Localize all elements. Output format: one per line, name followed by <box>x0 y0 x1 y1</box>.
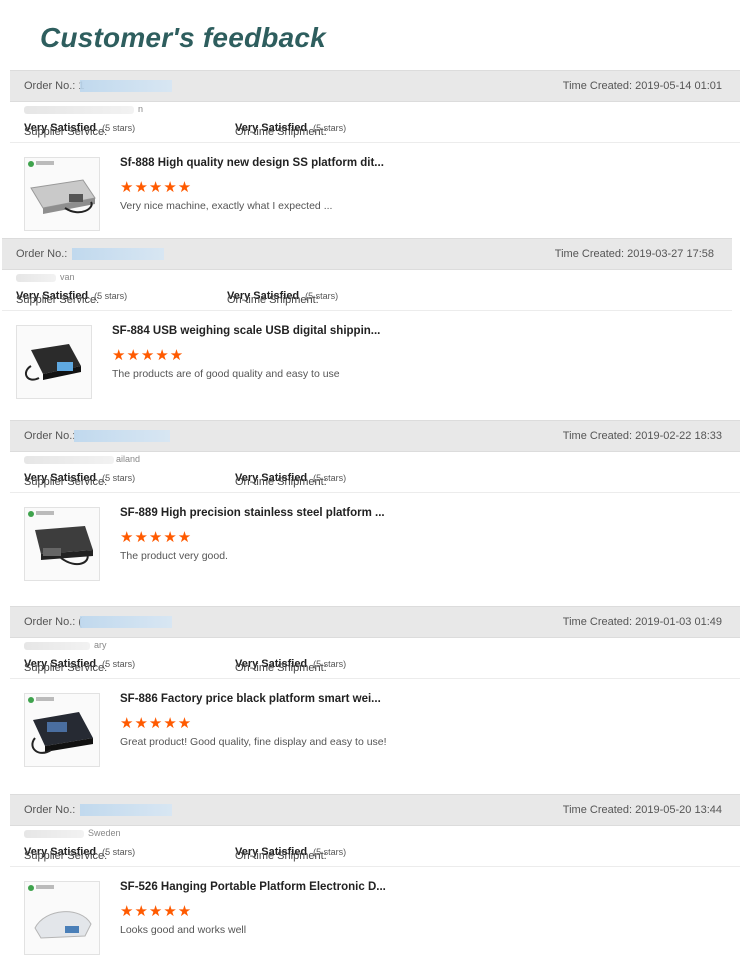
buyer-name: Sweden <box>10 826 740 842</box>
page-title: Customer's feedback <box>40 22 326 53</box>
buyer-name: n <box>10 102 740 118</box>
order-number-redacted <box>72 248 164 260</box>
star-rating: ★★★★★ <box>120 179 193 196</box>
time-created: Time Created: 2019-03-27 17:58 <box>554 248 714 260</box>
order-number-redacted <box>74 430 170 442</box>
review-text: Looks good and works well <box>120 924 247 936</box>
review-text: Great product! Good quality, fine displa… <box>120 736 387 748</box>
rating-row: Supplier Service: Very Satisfied (5 stars… <box>10 468 740 493</box>
order-number-redacted <box>80 80 172 92</box>
product-name[interactable]: SF-526 Hanging Portable Platform Electro… <box>120 881 386 893</box>
product-row: Sf-888 High quality new design SS platfo… <box>10 143 740 231</box>
product-row: SF-889 High precision stainless steel pl… <box>10 493 740 581</box>
product-name[interactable]: SF-889 High precision stainless steel pl… <box>120 507 385 519</box>
order-header: Order No.: ( Time Created: 2019-01-03 01… <box>10 606 740 638</box>
buyer-name: ary <box>10 638 740 654</box>
rating-row: Supplier Service: Very Satisfied (5 stars… <box>10 118 740 143</box>
buyer-name: van <box>2 270 732 286</box>
product-name[interactable]: Sf-888 High quality new design SS platfo… <box>120 157 384 169</box>
product-thumbnail[interactable] <box>24 881 100 955</box>
time-created: Time Created: 2019-05-14 01:01 <box>562 80 722 92</box>
order-card: Order No.: ( Time Created: 2019-01-03 01… <box>10 606 740 767</box>
product-name[interactable]: SF-884 USB weighing scale USB digital sh… <box>112 325 380 337</box>
order-no: Order No.: <box>16 248 68 260</box>
order-no: Order No.: 1 <box>24 80 85 92</box>
star-rating: ★★★★★ <box>120 715 193 732</box>
rating-row: Supplier Service: Very Satisfied (5 stars… <box>10 654 740 679</box>
time-created: Time Created: 2019-01-03 01:49 <box>562 616 722 628</box>
order-number-redacted <box>80 804 172 816</box>
time-created: Time Created: 2019-02-22 18:33 <box>562 430 722 442</box>
product-row: SF-884 USB weighing scale USB digital sh… <box>2 311 732 399</box>
order-card: Order No.: Time Created: 2019-03-27 17:5… <box>2 238 732 399</box>
star-rating: ★★★★★ <box>120 903 193 920</box>
order-no: Order No.: ( <box>24 616 82 628</box>
order-card: Order No.: 1 Time Created: 2019-05-14 01… <box>10 70 740 231</box>
order-header: Order No.: 1 Time Created: 2019-05-14 01… <box>10 70 740 102</box>
time-created: Time Created: 2019-05-20 13:44 <box>562 804 722 816</box>
product-row: SF-886 Factory price black platform smar… <box>10 679 740 767</box>
order-no: Order No.: <box>24 430 76 442</box>
review-text: The product very good. <box>120 550 228 562</box>
review-text: The products are of good quality and eas… <box>112 368 340 380</box>
silver-platform-scale-icon <box>30 179 96 214</box>
rating-row: Supplier Service: Very Satisfied (5 stars… <box>2 286 732 311</box>
order-card: Order No.: Time Created: 2019-02-22 18:3… <box>10 420 740 581</box>
order-number-redacted <box>80 616 172 628</box>
star-rating: ★★★★★ <box>112 347 185 364</box>
product-row: SF-526 Hanging Portable Platform Electro… <box>10 867 740 955</box>
hanging-scale-icon <box>34 911 92 939</box>
order-header: Order No.: Time Created: 2019-05-20 13:4… <box>10 794 740 826</box>
steel-platform-scale-icon <box>35 526 93 566</box>
black-usb-scale-icon <box>24 344 81 381</box>
black-platform-scale-icon <box>31 712 93 754</box>
order-card: Order No.: Time Created: 2019-05-20 13:4… <box>10 794 740 955</box>
product-thumbnail[interactable] <box>24 157 100 231</box>
product-thumbnail[interactable] <box>16 325 92 399</box>
product-name[interactable]: SF-886 Factory price black platform smar… <box>120 693 381 705</box>
rating-row: Supplier Service: Very Satisfied (5 stars… <box>10 842 740 867</box>
order-header: Order No.: Time Created: 2019-02-22 18:3… <box>10 420 740 452</box>
product-thumbnail[interactable] <box>24 507 100 581</box>
order-no: Order No.: <box>24 804 76 816</box>
review-text: Very nice machine, exactly what I expect… <box>120 200 333 212</box>
star-rating: ★★★★★ <box>120 529 193 546</box>
product-thumbnail[interactable] <box>24 693 100 767</box>
buyer-name: ailand <box>10 452 740 468</box>
order-header: Order No.: Time Created: 2019-03-27 17:5… <box>2 238 732 270</box>
